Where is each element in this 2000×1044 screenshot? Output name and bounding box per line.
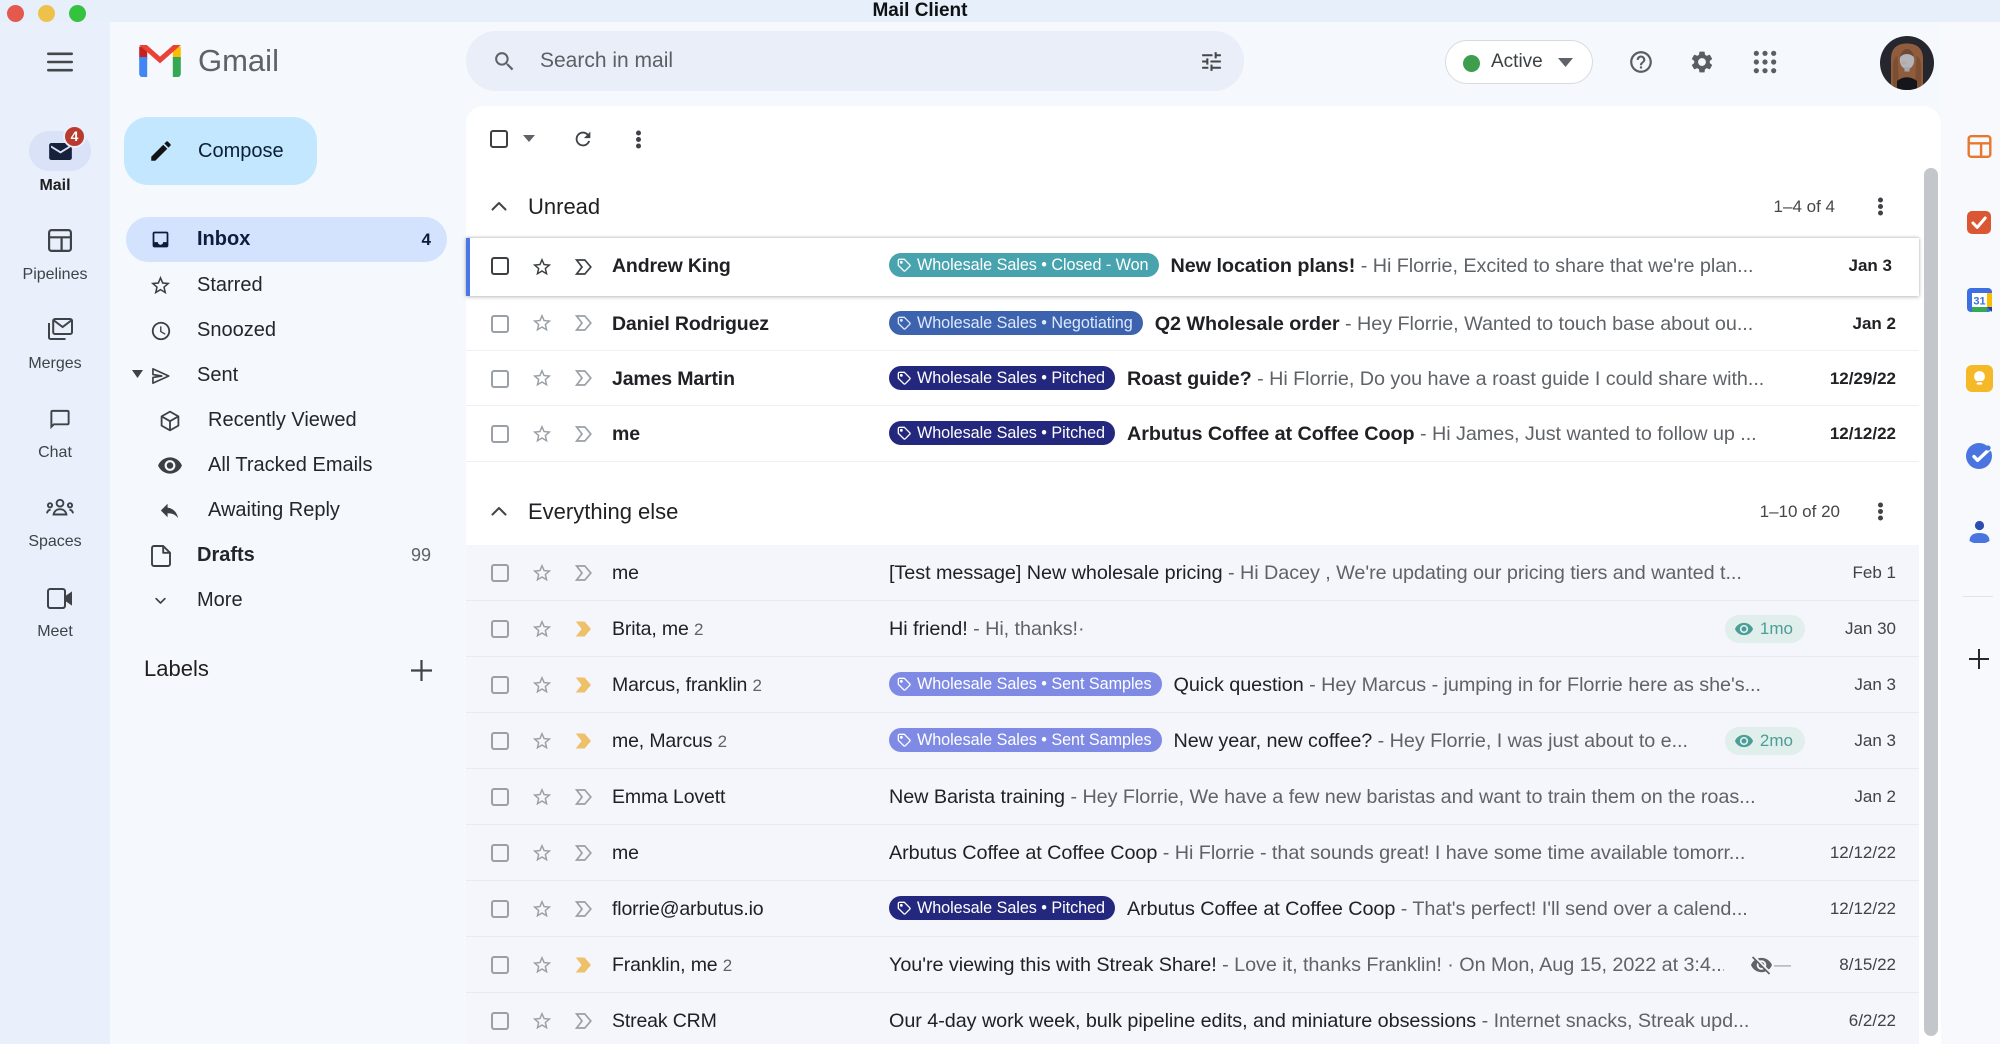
svg-text:31: 31 (1973, 296, 1985, 308)
